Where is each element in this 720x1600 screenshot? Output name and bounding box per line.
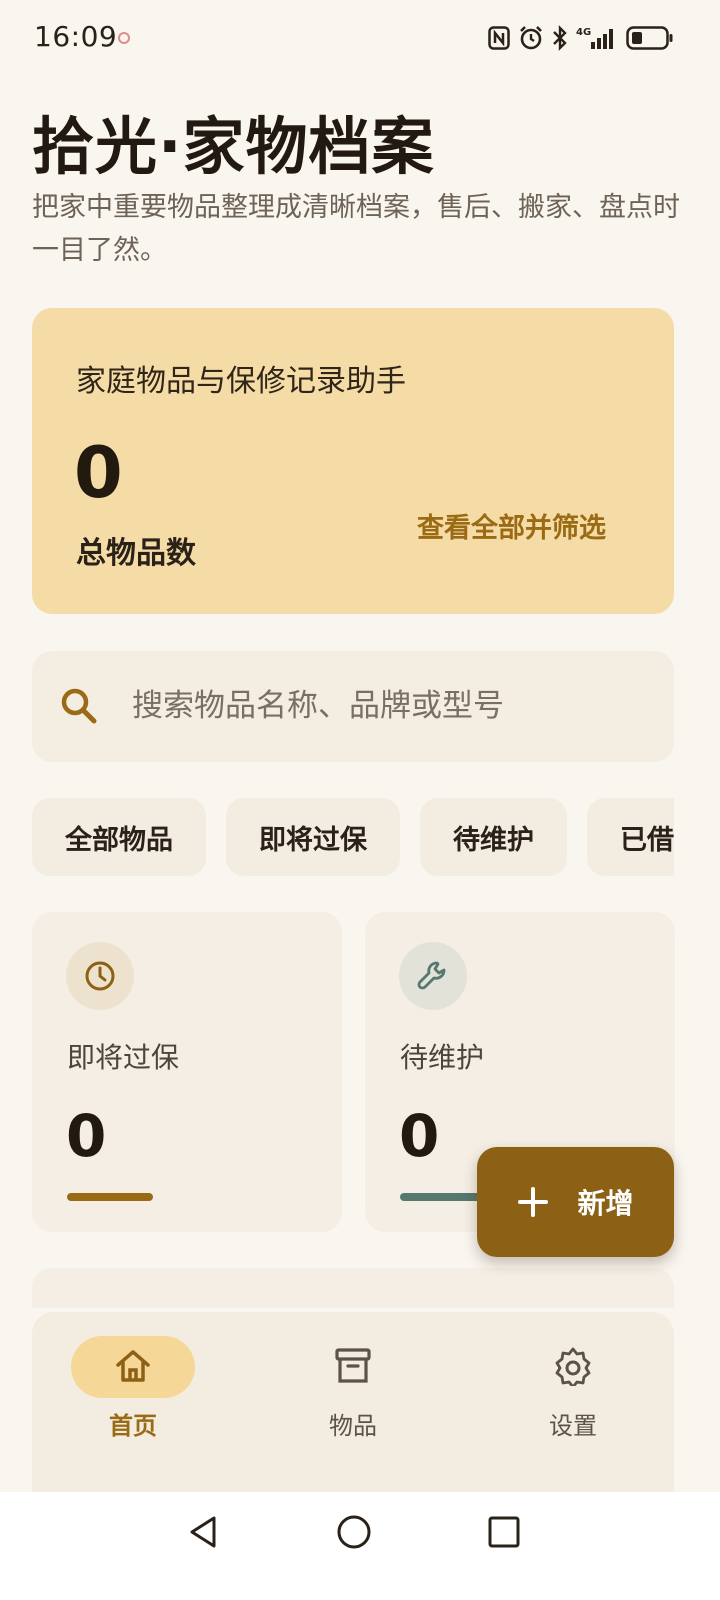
search-icon: [61, 688, 97, 724]
nav-item-settings[interactable]: 设置: [493, 1332, 653, 1442]
summary-caption: 家庭物品与保修记录助手: [76, 364, 406, 399]
stat-icon-badge: [399, 942, 467, 1010]
add-item-button[interactable]: 新增: [477, 1147, 674, 1257]
recent-apps-icon[interactable]: [484, 1512, 524, 1552]
filter-chips: 全部物品 即将过保 待维护 已借出: [32, 798, 674, 876]
nfc-icon: [488, 26, 510, 50]
filter-chip-maintenance[interactable]: 待维护: [420, 798, 567, 876]
total-items-count: 0: [74, 432, 123, 514]
stat-accent-bar: [67, 1193, 153, 1201]
nav-label-items: 物品: [329, 1412, 377, 1440]
battery-icon: [626, 26, 673, 50]
status-time: 16:09: [34, 20, 118, 53]
add-item-label: 新增: [577, 1187, 634, 1220]
bottom-nav: 首页 物品 设置: [32, 1312, 674, 1512]
status-bar: 16:09 4G: [0, 0, 720, 80]
stat-label: 待维护: [400, 1041, 485, 1074]
nav-item-home[interactable]: 首页: [53, 1332, 213, 1442]
home-circle-icon[interactable]: [334, 1512, 374, 1552]
back-triangle-icon[interactable]: [184, 1512, 224, 1552]
stat-card-expiring[interactable]: 即将过保 0: [32, 912, 342, 1232]
stat-icon-badge: [66, 942, 134, 1010]
archive-box-icon: [335, 1348, 371, 1383]
search-input[interactable]: [132, 681, 652, 731]
wrench-icon: [417, 961, 446, 990]
clock-icon: [85, 961, 115, 991]
app-screen: 16:09 4G 拾光·家物档案 把家中重要物品整理成清晰档案，售后、搬家、盘点…: [0, 0, 720, 1600]
bluetooth-icon: [553, 25, 567, 51]
stat-label: 即将过保: [67, 1041, 180, 1074]
network-type-label: 4G: [576, 27, 591, 38]
search-bar[interactable]: [32, 651, 674, 762]
page-subtitle: 把家中重要物品整理成清晰档案，售后、搬家、盘点时一目了然。: [32, 192, 680, 266]
filter-chip-lent[interactable]: 已借出: [587, 798, 674, 876]
signal-4g-icon: 4G: [576, 27, 613, 49]
stat-accent-bar: [400, 1193, 486, 1201]
alarm-icon: [520, 26, 542, 50]
stat-value: 0: [399, 1102, 440, 1170]
status-icons: 4G: [488, 22, 674, 54]
total-items-label: 总物品数: [76, 536, 196, 571]
stat-value: 0: [66, 1102, 107, 1170]
summary-card: 家庭物品与保修记录助手 0 总物品数 查看全部并筛选: [32, 308, 674, 614]
nav-label-settings: 设置: [549, 1412, 597, 1440]
filter-chip-all[interactable]: 全部物品: [32, 798, 206, 876]
notification-dot-icon: [118, 32, 130, 44]
page-title: 拾光·家物档案: [32, 110, 435, 183]
system-nav-bar: [0, 1492, 720, 1600]
view-all-filter-link[interactable]: 查看全部并筛选: [417, 506, 606, 545]
nav-label-home: 首页: [109, 1412, 157, 1440]
gear-icon: [555, 1347, 591, 1386]
home-icon: [116, 1350, 150, 1382]
filter-chip-expiring[interactable]: 即将过保: [226, 798, 400, 876]
plus-icon: [518, 1187, 549, 1217]
next-card-peek: [32, 1268, 674, 1308]
nav-item-items[interactable]: 物品: [273, 1332, 433, 1442]
